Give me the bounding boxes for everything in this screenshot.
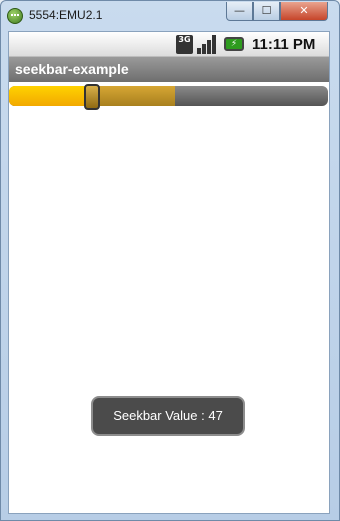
- status-bar: 3G ⚡ 11:11 PM: [9, 32, 329, 57]
- emulator-window: 5554:EMU2.1 — ☐ ✕ 3G ⚡ 11:11 PM seekbar-…: [0, 0, 340, 521]
- status-time: 11:11 PM: [252, 36, 316, 53]
- network-3g-icon: 3G: [176, 35, 193, 54]
- app-title-bar: seekbar-example: [9, 57, 329, 82]
- minimize-button[interactable]: —: [226, 2, 253, 21]
- seekbar[interactable]: [9, 84, 328, 110]
- battery-charging-icon: ⚡: [224, 37, 244, 51]
- android-emulator-icon: [7, 8, 23, 24]
- signal-icon: [197, 35, 217, 54]
- seekbar-thumb[interactable]: [83, 84, 100, 110]
- maximize-button[interactable]: ☐: [253, 2, 280, 21]
- toast-message: Seekbar Value : 47: [91, 396, 245, 436]
- device-screen: 3G ⚡ 11:11 PM seekbar-example Seekbar Va…: [8, 31, 330, 514]
- title-bar[interactable]: 5554:EMU2.1 — ☐ ✕: [1, 1, 339, 31]
- close-button[interactable]: ✕: [280, 2, 328, 21]
- window-title: 5554:EMU2.1: [29, 8, 103, 22]
- seekbar-progress: [9, 86, 92, 106]
- app-title: seekbar-example: [15, 61, 129, 77]
